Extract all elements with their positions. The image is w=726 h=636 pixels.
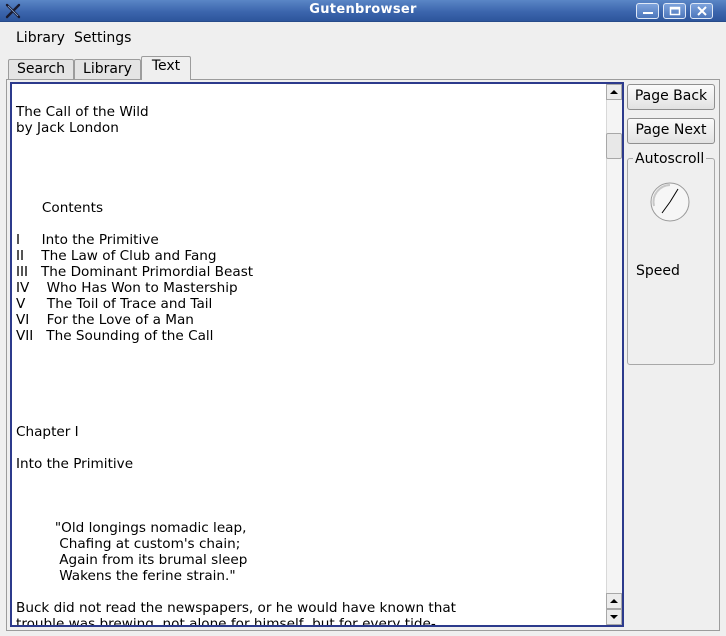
tab-search-label: Search [16,61,66,77]
menu-library-label: Library [16,30,65,46]
page-back-button[interactable]: Page Back [627,84,715,110]
arrow-down-icon [610,615,618,619]
page-next-button[interactable]: Page Next [627,118,715,144]
book-text: The Call of the Wild by Jack London Cont… [16,104,456,627]
menu-library[interactable]: Library [16,30,65,46]
close-button[interactable] [690,3,713,19]
menu-settings[interactable]: Settings [74,30,131,46]
page-back-label: Page Back [634,88,708,104]
minimize-button[interactable] [636,3,659,19]
autoscroll-title: Autoscroll [633,151,707,167]
menu-settings-label: Settings [74,30,132,46]
speed-dial[interactable] [648,180,692,228]
maximize-icon [669,6,681,16]
dial-knob-icon [650,182,690,222]
scrollbar-thumb[interactable] [606,133,622,159]
arrow-up-icon [610,599,618,603]
menu-bar: Library Settings [0,22,726,54]
window-title: Gutenbrowser [309,2,417,17]
tab-library-label: Library [83,61,132,77]
tab-text[interactable]: Text [141,56,191,80]
scroll-up-button-lower[interactable] [606,593,622,609]
title-bar[interactable]: Gutenbrowser [0,0,726,22]
maximize-button[interactable] [663,3,686,19]
tab-text-label: Text [151,58,181,74]
tab-library[interactable]: Library [74,59,141,79]
arrow-up-icon [610,90,618,94]
scroll-down-button[interactable] [606,609,622,625]
page-next-label: Page Next [635,122,707,138]
close-icon [697,6,707,16]
vertical-scrollbar[interactable] [606,84,622,625]
scroll-up-button[interactable] [606,84,622,100]
book-text-view[interactable]: The Call of the Wild by Jack London Cont… [10,82,624,627]
tab-search[interactable]: Search [8,59,74,79]
speed-label: Speed [636,263,680,279]
minimize-icon [643,12,653,14]
